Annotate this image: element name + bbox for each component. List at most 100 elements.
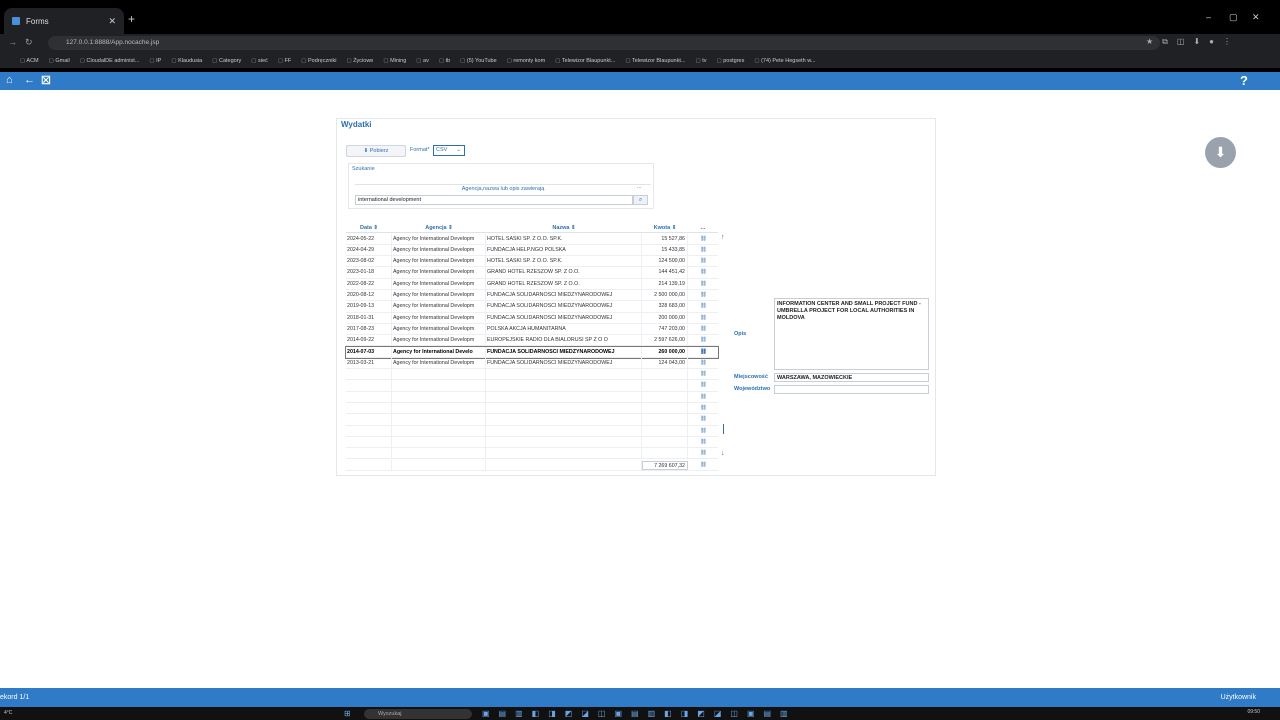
bookmark-item[interactable]: Category	[212, 58, 241, 64]
table-row[interactable]: 2023-01-18 Agency for International Devel…	[346, 267, 718, 279]
start-icon[interactable]: ⊞	[344, 709, 360, 718]
bookmark-item[interactable]: postgres	[717, 58, 744, 64]
table-row[interactable]: ⛓	[346, 380, 718, 392]
table-row[interactable]: ⛓	[346, 369, 718, 381]
opis-field[interactable]: INFORMATION CENTER AND SMALL PROJECT FUN…	[774, 298, 929, 370]
bookmark-item[interactable]: IP	[149, 58, 161, 64]
link-icon[interactable]: ⛓	[688, 301, 718, 312]
table-row[interactable]: ⛓	[346, 414, 718, 426]
link-icon[interactable]: ⛓	[688, 279, 718, 290]
new-tab-button[interactable]: +	[128, 12, 135, 26]
bookmark-item[interactable]: Podręczniki	[301, 58, 336, 64]
link-icon[interactable]: ⛓	[688, 426, 718, 437]
link-icon[interactable]: ⛓	[688, 245, 718, 256]
table-row[interactable]: 2014-07-03 Agency for International Devel…	[345, 345, 719, 359]
table-row[interactable]: 2024-05-22 Agency for International Devel…	[346, 233, 718, 245]
table-row[interactable]: ⛓	[346, 448, 718, 460]
miejscowosc-field[interactable]: WARSZAWA, MAZOWIECKIE	[774, 373, 929, 382]
link-icon[interactable]: ⛓	[688, 335, 718, 346]
scrollbar[interactable]	[723, 424, 724, 434]
address-bar[interactable]: 127.0.0.1:8888/App.nocache.jsp	[48, 36, 1160, 50]
tab-forms[interactable]: Forms ✕	[4, 8, 124, 34]
weather-widget[interactable]: 4°C	[4, 710, 12, 716]
extensions-icon[interactable]: ⧉	[1162, 37, 1177, 46]
table-row[interactable]: 2018-01-31 Agency for International Devel…	[346, 312, 718, 324]
bookmark-item[interactable]: ACM	[20, 58, 38, 64]
link-icon[interactable]: ⛓	[688, 460, 718, 471]
scroll-up-icon[interactable]: ↑	[721, 234, 725, 241]
column-header-kwota[interactable]: Kwota ⇕	[642, 223, 688, 233]
filter-more-button[interactable]: ...	[637, 184, 642, 190]
link-icon[interactable]: ⛓	[688, 403, 718, 414]
bookmark-item[interactable]: sieć	[251, 58, 268, 64]
table-row[interactable]: ⛓	[346, 436, 718, 449]
bookmark-item[interactable]: Telewizor Blaupunkt...	[625, 58, 686, 64]
column-header-agencja[interactable]: Agencja ⇕	[392, 223, 486, 233]
toolbar-icons[interactable]: ★⧉◫⬇●⋮	[1146, 37, 1240, 47]
maximize-button[interactable]: ▢	[1229, 12, 1238, 23]
table-row[interactable]: ⛓	[346, 425, 718, 437]
link-icon[interactable]: ⛓	[688, 313, 718, 324]
reload-icon[interactable]: ↻	[25, 37, 41, 47]
taskbar-search[interactable]: Wyszukaj	[364, 709, 472, 719]
avatar[interactable]: ●	[1209, 37, 1223, 46]
table-row[interactable]: 2014-09-22 Agency for International Devel…	[346, 335, 718, 347]
column-header-more[interactable]: ...	[688, 223, 718, 233]
link-icon[interactable]: ⛓	[688, 358, 718, 369]
bookmark-item[interactable]: Telewizor Blaupunkt...	[555, 58, 616, 64]
link-icon[interactable]: ⛓	[688, 234, 718, 245]
link-icon[interactable]: ⛓	[688, 290, 718, 301]
download-button[interactable]: ⬇ Pobierz	[346, 145, 406, 157]
floating-download-icon[interactable]: ⬇	[1205, 137, 1236, 168]
bookmark-item[interactable]: remonty kom	[507, 58, 545, 64]
table-row[interactable]: 2023-08-02 Agency for International Devel…	[346, 256, 718, 268]
table-row[interactable]: 2019-09-13 Agency for International Devel…	[346, 301, 718, 313]
bookmark-item[interactable]: Gmail	[49, 58, 69, 64]
download-icon[interactable]: ⬇	[1193, 37, 1209, 46]
table-row[interactable]: ⛓	[346, 403, 718, 415]
format-select[interactable]: CSV ⌄	[433, 145, 465, 156]
table-row[interactable]: ⛓	[346, 391, 718, 403]
bookmark-item[interactable]: CloudalDE administ...	[80, 58, 140, 64]
menu-icon[interactable]: ⋮	[1223, 37, 1240, 46]
taskbar-apps[interactable]: ▣▤▥◧◨◩◪◫▣▤▥◧◨◩◪◫▣▤▥	[482, 709, 797, 718]
user-menu[interactable]: Użytkownik	[1221, 688, 1256, 707]
bookmark-item[interactable]: Życiowe	[346, 58, 373, 64]
help-icon[interactable]: ?	[1240, 73, 1248, 88]
minimize-button[interactable]: –	[1206, 12, 1211, 22]
star-icon[interactable]: ★	[1146, 37, 1162, 46]
close-icon[interactable]: ☒	[41, 74, 51, 87]
link-icon[interactable]: ⛓	[688, 392, 718, 403]
column-header-nazwa[interactable]: Nazwa ⇕	[486, 223, 642, 233]
bookmark-item[interactable]: tb	[439, 58, 451, 64]
bookmark-item[interactable]: FF	[278, 58, 292, 64]
table-row[interactable]: 2013-03-21 Agency for International Devel…	[346, 357, 718, 370]
table-row[interactable]: 2022-08-22 Agency for International Devel…	[346, 278, 718, 290]
link-icon[interactable]: ⛓	[688, 369, 718, 380]
bookmark-item[interactable]: tv	[695, 58, 706, 64]
link-icon[interactable]: ⛓	[688, 448, 718, 459]
bookmark-item[interactable]: (74) Pete Hegseth w...	[754, 58, 815, 64]
table-row[interactable]: 2020-08-12 Agency for International Devel…	[346, 290, 718, 302]
nav-buttons[interactable]: →↻	[8, 37, 41, 48]
link-icon[interactable]: ⛓	[688, 347, 718, 358]
table-row[interactable]: 2024-04-29 Agency for International Devel…	[346, 244, 718, 257]
back-arrow-icon[interactable]: ←	[24, 74, 35, 86]
close-window-button[interactable]: ✕	[1252, 12, 1260, 23]
bookmark-item[interactable]: Mining	[383, 58, 406, 64]
table-row[interactable]: 2017-08-23 Agency for International Devel…	[346, 323, 718, 336]
link-icon[interactable]: ⛓	[688, 256, 718, 267]
link-icon[interactable]: ⛓	[688, 324, 718, 335]
forward-icon[interactable]: →	[8, 37, 25, 47]
puzzle-icon[interactable]: ◫	[1177, 37, 1194, 46]
bookmark-item[interactable]: Klaudusia	[171, 58, 202, 64]
column-header-data[interactable]: Data ⇕	[346, 223, 392, 233]
link-icon[interactable]: ⛓	[688, 437, 718, 448]
close-tab-icon[interactable]: ✕	[108, 16, 116, 27]
link-icon[interactable]: ⛓	[688, 414, 718, 425]
bookmark-item[interactable]: av	[416, 58, 429, 64]
bookmark-item[interactable]: (5) YouTube	[460, 58, 497, 64]
search-icon[interactable]: ⌕	[633, 195, 648, 205]
scroll-down-icon[interactable]: ↓	[721, 450, 725, 457]
search-input[interactable]: international development	[355, 195, 633, 205]
